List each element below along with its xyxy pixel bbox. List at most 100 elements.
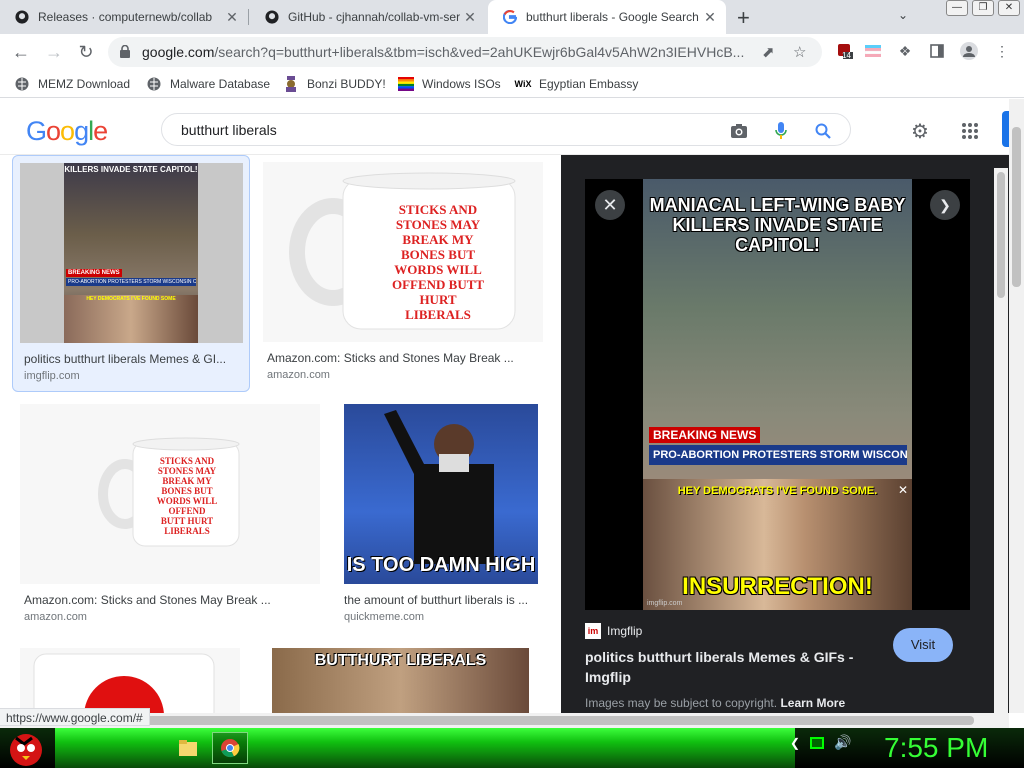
- image-result[interactable]: KILLERS INVADE STATE CAPITOL! BREAKING N…: [12, 155, 250, 392]
- tab-title: Releases · computernewb/collab: [38, 10, 213, 24]
- side-panel-icon[interactable]: [928, 42, 946, 60]
- rainbow-flag-icon: [398, 76, 414, 92]
- result-thumbnail[interactable]: STICKS AND STONES MAY BREAK MY BONES BUT…: [20, 404, 320, 584]
- mug-text: STICKS AND STONES MAY BREAK MY BONES BUT…: [156, 456, 218, 536]
- reload-button[interactable]: ↻: [74, 40, 98, 64]
- tab-releases[interactable]: Releases · computernewb/collab ✕: [0, 0, 248, 34]
- tab-close-button[interactable]: ✕: [702, 9, 718, 26]
- meme-watermark: imgflip.com: [647, 600, 683, 607]
- result-thumbnail[interactable]: STICKS AND STONES MAY BREAK MY BONES BUT…: [263, 162, 543, 342]
- back-button[interactable]: ←: [9, 40, 33, 64]
- google-images-page: Google butthurt liberals ⚙ KILLERS INVAD…: [0, 99, 1009, 713]
- bookmark-label: Malware Database: [170, 77, 271, 91]
- profile-avatar-icon[interactable]: [960, 42, 978, 60]
- result-caption[interactable]: the amount of butthurt liberals is ...: [344, 593, 540, 607]
- forward-button[interactable]: →: [42, 40, 66, 64]
- sign-in-button[interactable]: [1002, 111, 1009, 147]
- tab-github[interactable]: GitHub - cjhannah/collab-vm-ser ✕: [250, 0, 486, 34]
- share-icon[interactable]: ⬈: [762, 43, 775, 61]
- search-header: Google butthurt liberals ⚙: [0, 99, 1009, 155]
- preview-source[interactable]: im Imgflip: [585, 623, 642, 639]
- copyright-text: Images may be subject to copyright.: [585, 696, 778, 710]
- image-result[interactable]: STICKS AND STONES MAY BREAK MY BONES BUT…: [20, 404, 320, 626]
- result-thumbnail[interactable]: KILLERS INVADE STATE CAPITOL! BREAKING N…: [20, 163, 243, 343]
- preview-title[interactable]: politics butthurt liberals Memes & GIFs …: [585, 647, 885, 687]
- next-image-button[interactable]: ❯: [930, 190, 960, 220]
- image-result[interactable]: [20, 648, 240, 713]
- horizontal-scrollbar-thumb[interactable]: [14, 716, 974, 725]
- result-source: amazon.com: [267, 369, 330, 381]
- tab-search-chevron-icon[interactable]: ⌄: [898, 8, 908, 22]
- result-caption[interactable]: politics butthurt liberals Memes & GI...: [24, 352, 244, 366]
- image-result[interactable]: IS TOO DAMN HIGH the amount of butthurt …: [340, 404, 540, 626]
- taskbar-clock[interactable]: 7:55 PM: [884, 732, 988, 764]
- result-caption[interactable]: Amazon.com: Sticks and Stones May Break …: [24, 593, 314, 607]
- image-result[interactable]: BUTTHURT LIBERALS: [272, 648, 529, 713]
- address-bar[interactable]: google.com/search?q=butthurt+liberals&tb…: [108, 37, 822, 67]
- page-scrollbar[interactable]: [1009, 99, 1024, 713]
- new-tab-button[interactable]: +: [737, 5, 750, 31]
- search-input[interactable]: butthurt liberals: [181, 122, 277, 138]
- tray-expand-icon[interactable]: ❮: [790, 736, 800, 750]
- url-text[interactable]: google.com/search?q=butthurt+liberals&tb…: [142, 44, 752, 60]
- network-icon[interactable]: [810, 736, 825, 749]
- extensions-puzzle-icon[interactable]: ❖: [896, 42, 914, 60]
- star-icon[interactable]: ☆: [793, 43, 806, 61]
- tab-google-search[interactable]: butthurt liberals - Google Search ✕: [488, 0, 726, 34]
- search-box[interactable]: butthurt liberals: [161, 113, 851, 146]
- meme-top-text: MANIACAL LEFT-WING BABY KILLERS INVADE S…: [649, 195, 906, 255]
- google-logo[interactable]: Google: [26, 116, 108, 147]
- close-preview-button[interactable]: ✕: [595, 190, 625, 220]
- camera-icon[interactable]: [729, 121, 749, 141]
- bonzi-icon: [283, 76, 299, 92]
- bookmark-egyptian-embassy[interactable]: WiX Egyptian Embassy: [514, 76, 639, 92]
- result-caption[interactable]: Amazon.com: Sticks and Stones May Break …: [267, 351, 537, 365]
- result-thumbnail[interactable]: IS TOO DAMN HIGH: [344, 404, 538, 584]
- result-thumbnail[interactable]: BUTTHURT LIBERALS: [272, 648, 529, 713]
- bookmark-label: Egyptian Embassy: [539, 77, 639, 91]
- microphone-icon[interactable]: [771, 121, 791, 141]
- bookmark-windows-isos[interactable]: Windows ISOs: [398, 76, 501, 92]
- ad-close-icon[interactable]: ✕: [898, 483, 908, 497]
- settings-gear-icon[interactable]: ⚙: [908, 119, 932, 143]
- taskbar: ❮ 🔊 7:55 PM: [0, 728, 1024, 768]
- horizontal-scrollbar[interactable]: [0, 713, 1009, 728]
- learn-more-link[interactable]: Learn More: [780, 696, 845, 710]
- visit-button[interactable]: Visit: [893, 628, 953, 662]
- start-button[interactable]: [2, 728, 50, 768]
- window-controls: — ❐ ✕: [946, 0, 1020, 16]
- menu-kebab-icon[interactable]: ⋮: [993, 42, 1011, 60]
- volume-icon[interactable]: 🔊: [834, 734, 851, 751]
- meme-text: BUTTHURT LIBERALS: [314, 652, 487, 669]
- extension-badge-icon[interactable]: 14: [836, 42, 854, 60]
- bookmark-memz[interactable]: MEMZ Download: [14, 76, 130, 92]
- explorer-taskbar-icon[interactable]: [170, 732, 206, 764]
- browser-toolbar: ← → ↻ google.com/search?q=butthurt+liber…: [0, 34, 1024, 70]
- chrome-taskbar-icon[interactable]: [212, 732, 248, 764]
- panel-scrollbar-thumb[interactable]: [997, 172, 1005, 298]
- apps-grid-icon[interactable]: [958, 119, 982, 143]
- mug-text: STICKS AND STONES MAY BREAK MY BONES BUT…: [391, 202, 485, 322]
- meme-top-text: KILLERS INVADE STATE CAPITOL!: [64, 165, 198, 174]
- extension-badge-count: 14: [842, 51, 851, 60]
- bookmark-label: Bonzi BUDDY!: [307, 77, 386, 91]
- wix-icon: WiX: [514, 79, 532, 89]
- minimize-button[interactable]: —: [946, 0, 968, 16]
- panel-scrollbar[interactable]: [994, 168, 1008, 713]
- copyright-notice: Images may be subject to copyright. Lear…: [585, 696, 845, 710]
- system-tray: ❮ 🔊: [790, 734, 852, 751]
- tab-close-button[interactable]: ✕: [462, 9, 478, 26]
- close-window-button[interactable]: ✕: [998, 0, 1020, 16]
- preview-image[interactable]: MANIACAL LEFT-WING BABY KILLERS INVADE S…: [585, 179, 970, 610]
- page-scrollbar-thumb[interactable]: [1012, 127, 1021, 287]
- tab-close-button[interactable]: ✕: [224, 9, 240, 26]
- result-thumbnail[interactable]: [20, 648, 240, 713]
- search-icon[interactable]: [813, 121, 833, 141]
- meme-text: IS TOO DAMN HIGH: [346, 554, 536, 576]
- translator-extension-icon[interactable]: [864, 42, 882, 60]
- bookmarks-bar: MEMZ Download Malware Database Bonzi BUD…: [0, 70, 1024, 98]
- image-result[interactable]: STICKS AND STONES MAY BREAK MY BONES BUT…: [263, 155, 543, 392]
- bookmark-malware-database[interactable]: Malware Database: [146, 76, 270, 92]
- bookmark-bonzi-buddy[interactable]: Bonzi BUDDY!: [283, 76, 386, 92]
- restore-button[interactable]: ❐: [972, 0, 994, 16]
